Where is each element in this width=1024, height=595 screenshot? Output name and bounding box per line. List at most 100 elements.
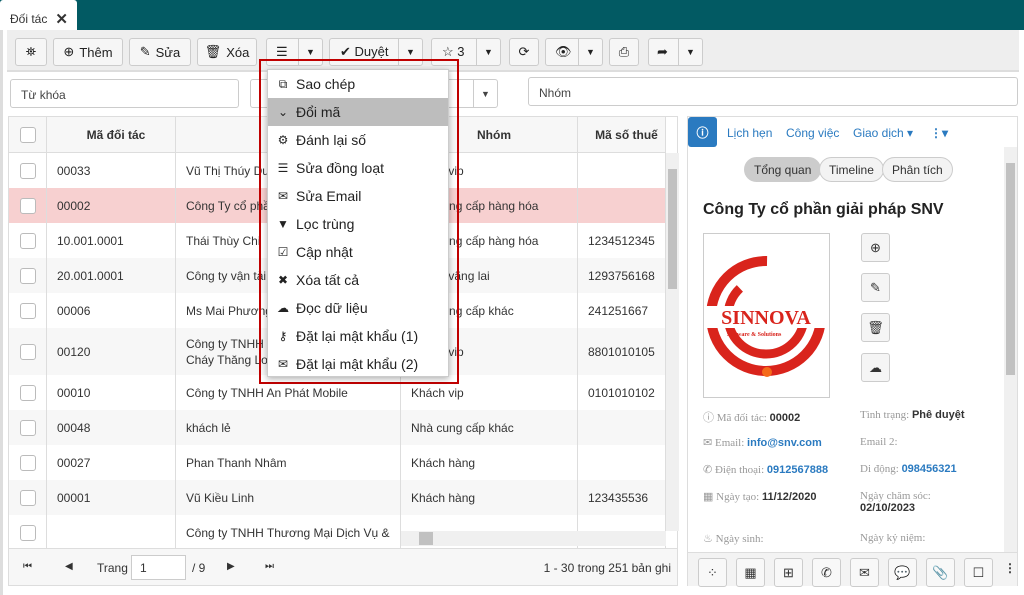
menu-item[interactable]: ⚙ Đánh lại số bbox=[268, 126, 448, 154]
table-row[interactable]: 00027 Phan Thanh Nhâm Khách hàng bbox=[9, 445, 666, 480]
row-checkbox[interactable] bbox=[19, 162, 36, 179]
cell-tax: 1293756168 bbox=[588, 268, 655, 283]
more-icon[interactable]: ⋮ bbox=[1004, 561, 1016, 575]
pill-overview[interactable]: Tổng quan bbox=[744, 157, 822, 182]
menu-item[interactable]: ☁ Đọc dữ liệu bbox=[268, 294, 448, 322]
col-tax[interactable]: Mã số thuế bbox=[578, 117, 666, 152]
paperclip-icon[interactable]: 📎 bbox=[926, 558, 955, 587]
add-button[interactable]: ⊕ bbox=[861, 233, 890, 262]
phone-icon[interactable]: ✆ bbox=[812, 558, 841, 587]
phone-link[interactable]: 0912567888 bbox=[767, 464, 828, 476]
phone-label: Điện thoại: bbox=[714, 464, 765, 476]
next-page-icon[interactable]: ▶ bbox=[227, 561, 235, 572]
caret-down-icon[interactable]: ▼ bbox=[473, 80, 497, 107]
print-icon: ⎙ bbox=[618, 44, 630, 59]
delete-button[interactable]: 🗑 Xóa bbox=[197, 38, 257, 66]
download-button[interactable]: ☁ bbox=[861, 353, 890, 382]
cell-code: 00010 bbox=[57, 385, 91, 400]
menu-item-label: Lọc trùng bbox=[296, 216, 355, 232]
select-all-checkbox[interactable] bbox=[19, 126, 36, 143]
pill-analysis[interactable]: Phân tích bbox=[882, 157, 953, 182]
print-button[interactable]: ⎙ bbox=[609, 38, 639, 66]
page-label: Trang bbox=[97, 561, 128, 575]
share-button[interactable]: ➦ ▼ bbox=[648, 38, 703, 66]
menu-item[interactable]: ⌄ Đổi mã bbox=[268, 98, 448, 126]
refresh-button[interactable]: ⟳ bbox=[509, 38, 539, 66]
menu-item[interactable]: ⧉ Sao chép bbox=[268, 70, 448, 98]
last-page-icon[interactable]: ⏭ bbox=[265, 561, 274, 572]
delete-button[interactable]: 🗑 bbox=[861, 313, 890, 342]
detail-panel: ⓘ Lịch hẹn Công việc Giao dịch ▾ ⋮▾ Tổng… bbox=[687, 116, 1018, 587]
page-input[interactable]: 1 bbox=[131, 555, 186, 580]
edit-button[interactable]: ✎ Sửa bbox=[129, 38, 191, 66]
more-tabs-icon[interactable]: ⋮▾ bbox=[930, 126, 948, 140]
add-button[interactable]: ⊕ Thêm bbox=[53, 38, 123, 66]
col-code[interactable]: Mã đối tác bbox=[47, 117, 176, 152]
row-checkbox[interactable] bbox=[19, 524, 36, 541]
menu-item[interactable]: ▼ Lọc trùng bbox=[268, 210, 448, 238]
cell-tax: 0101010102 bbox=[588, 385, 655, 400]
table-row[interactable]: 00001 Vũ Kiều Linh Khách hàng 123435536 bbox=[9, 480, 666, 515]
menu-item[interactable]: ✖ Xóa tất cả bbox=[268, 266, 448, 294]
row-checkbox[interactable] bbox=[19, 343, 36, 360]
tab-transactions[interactable]: Giao dịch ▾ bbox=[853, 126, 913, 140]
field-status: Tình trạng: Phê duyệt bbox=[860, 409, 965, 421]
table-row[interactable]: 00048 khách lẻ Nhà cung cấp khác bbox=[9, 410, 666, 445]
row-checkbox[interactable] bbox=[19, 267, 36, 284]
row-checkbox[interactable] bbox=[19, 454, 36, 471]
calendar-icon[interactable]: ▦ bbox=[736, 558, 765, 587]
panel-scrollbar[interactable] bbox=[1004, 147, 1017, 552]
first-page-icon[interactable]: ⏮ bbox=[23, 561, 32, 572]
email-link[interactable]: info@snv.com bbox=[747, 437, 822, 449]
row-checkbox[interactable] bbox=[19, 302, 36, 319]
cell-code: 00048 bbox=[57, 420, 91, 435]
cell-name: Công ty TNHH Thương Mại Dịch Vụ & bbox=[186, 525, 390, 540]
calendar-plus-icon[interactable]: ⊞ bbox=[774, 558, 803, 587]
caret-down-icon[interactable]: ▼ bbox=[476, 39, 500, 65]
caret-down-icon[interactable]: ▼ bbox=[678, 39, 702, 65]
menu-item[interactable]: ☰ Sửa đồng loạt bbox=[268, 154, 448, 182]
close-icon[interactable]: ✕ bbox=[55, 11, 68, 28]
row-checkbox[interactable] bbox=[19, 489, 36, 506]
pill-timeline[interactable]: Timeline bbox=[819, 157, 884, 182]
vertical-scrollbar[interactable] bbox=[666, 153, 679, 531]
caret-down-icon[interactable]: ▼ bbox=[578, 39, 602, 65]
view-button[interactable]: 👁 ▼ bbox=[545, 38, 603, 66]
keyword-input[interactable]: Từ khóa bbox=[10, 79, 239, 108]
cell-code: 00120 bbox=[57, 344, 91, 359]
tab-doi-tac[interactable]: Đối tác ✕ bbox=[0, 0, 77, 30]
mobile-link[interactable]: 098456321 bbox=[902, 463, 957, 475]
star-count: 3 bbox=[457, 44, 465, 59]
menu-item[interactable]: ✉ Sửa Email bbox=[268, 182, 448, 210]
menu-item[interactable]: ✉ Đặt lại mật khẩu (2) bbox=[268, 350, 448, 378]
row-checkbox[interactable] bbox=[19, 197, 36, 214]
row-checkbox[interactable] bbox=[19, 419, 36, 436]
envelope-icon[interactable]: ✉ bbox=[850, 558, 879, 587]
note-icon[interactable]: ☐ bbox=[964, 558, 993, 587]
horizontal-scrollbar[interactable] bbox=[401, 531, 666, 546]
times-circle-icon: ✖ bbox=[277, 273, 289, 287]
prev-page-icon[interactable]: ◀ bbox=[65, 561, 73, 572]
search-button[interactable]: ⛯ bbox=[15, 38, 47, 66]
spinner-icon[interactable]: ⁘ bbox=[698, 558, 727, 587]
info-tab-icon[interactable]: ⓘ bbox=[688, 117, 717, 147]
cell-group: Nhà cung cấp khác bbox=[411, 420, 514, 435]
partner-logo: SINNOVA Software & Solutions bbox=[703, 233, 830, 398]
cell-code: 00006 bbox=[57, 303, 91, 318]
cogs-icon: ⚙ bbox=[277, 133, 289, 147]
menu-item-label: Cập nhật bbox=[296, 244, 353, 260]
menu-item[interactable]: ⚷ Đặt lại mật khẩu (1) bbox=[268, 322, 448, 350]
row-checkbox[interactable] bbox=[19, 384, 36, 401]
total-pages: / 9 bbox=[192, 561, 206, 575]
tab-tasks[interactable]: Công việc bbox=[786, 126, 839, 140]
tab-appointments[interactable]: Lịch hẹn bbox=[727, 126, 772, 140]
cell-code: 00027 bbox=[57, 455, 91, 470]
email-label: Email: bbox=[714, 437, 745, 449]
edit-button[interactable]: ✎ bbox=[861, 273, 890, 302]
tab-title: Đối tác bbox=[10, 12, 48, 26]
group-input[interactable]: Nhóm bbox=[528, 77, 1018, 106]
cloud-upload-icon: ☁ bbox=[277, 301, 289, 315]
menu-item[interactable]: ☑ Cập nhật bbox=[268, 238, 448, 266]
comment-icon[interactable]: 💬 bbox=[888, 558, 917, 587]
row-checkbox[interactable] bbox=[19, 232, 36, 249]
